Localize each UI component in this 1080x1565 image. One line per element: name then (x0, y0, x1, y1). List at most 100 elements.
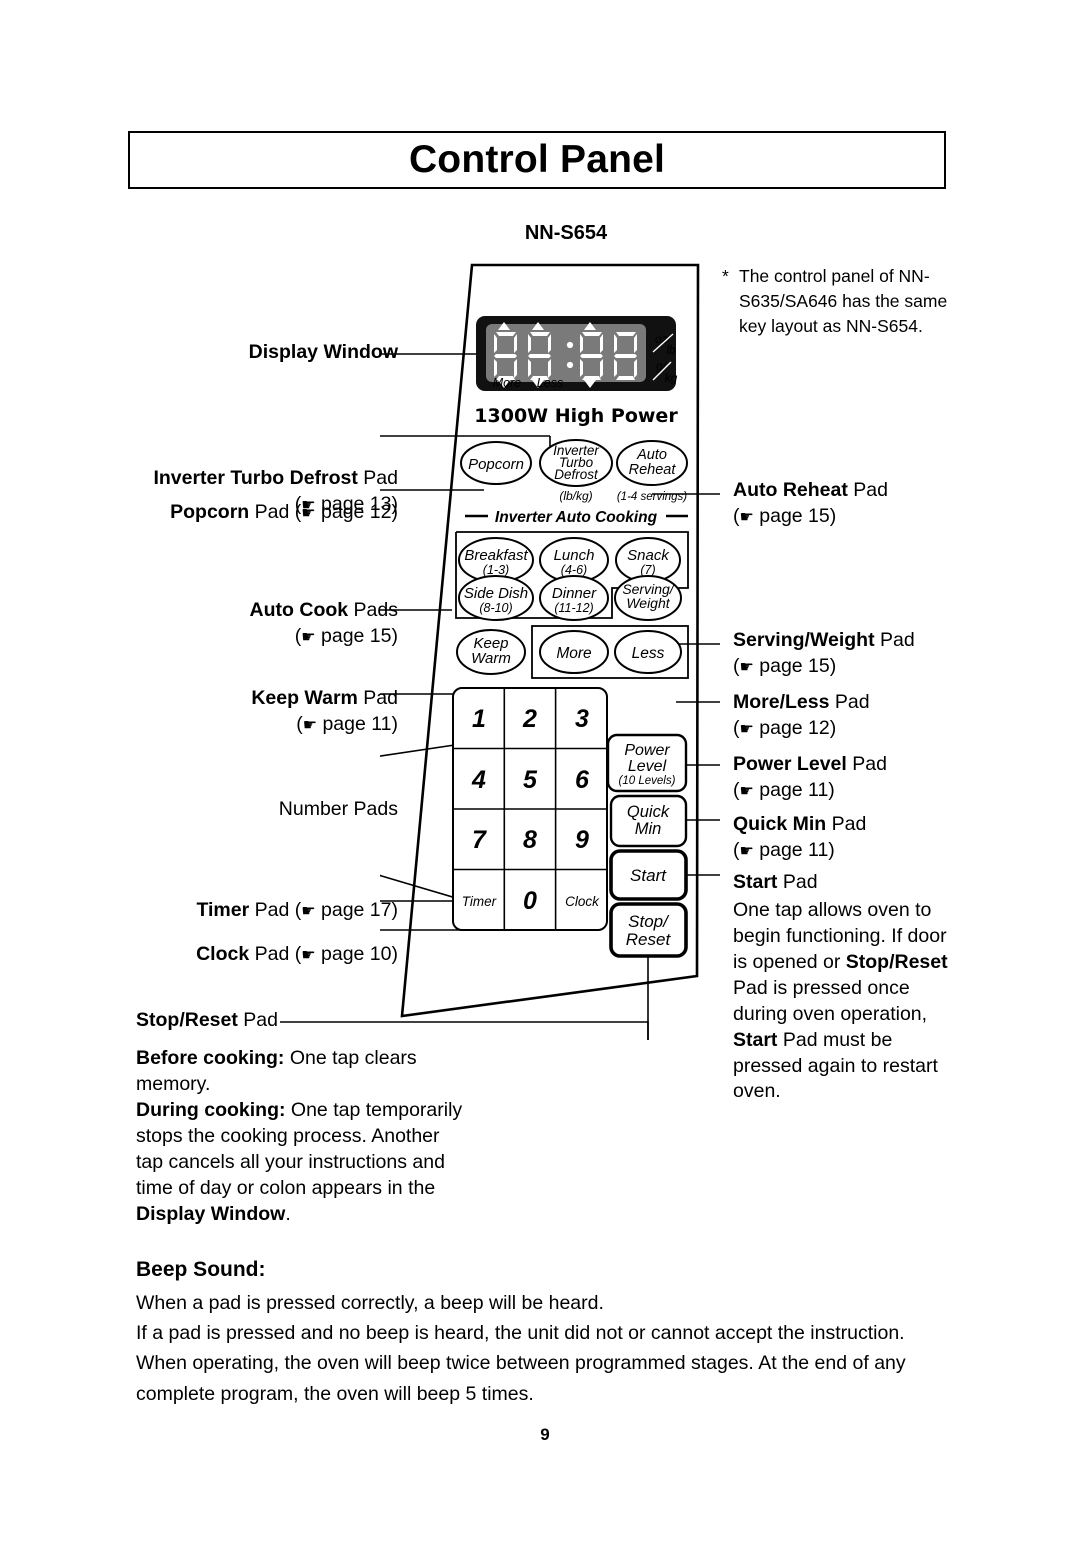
callout-start-rest: Pad (777, 871, 818, 893)
callout-more-less: More/Less Pad (☛ page 12) (733, 690, 973, 741)
svg-text:(11-12): (11-12) (554, 601, 593, 615)
hand-pointer-icon: ☛ (739, 780, 754, 800)
callout-numberpads-label: Number Pads (278, 798, 398, 820)
callout-stopreset-bold: Stop/Reset (136, 1009, 238, 1031)
start-desc-line2: Pad is pressed once during oven operatio… (733, 976, 928, 1025)
button-keep-warm[interactable]: Keep Warm (456, 629, 526, 675)
hand-pointer-icon: ☛ (739, 718, 754, 738)
button-more[interactable]: More (539, 630, 609, 674)
svg-text:Start: Start (630, 866, 667, 885)
hand-pointer-icon: ☛ (301, 626, 316, 646)
button-dinner[interactable]: Dinner (11-12) (539, 575, 609, 621)
start-desc-bold2: Start (733, 1028, 778, 1051)
key-0: 0 (523, 887, 537, 915)
key-6: 6 (575, 766, 590, 794)
control-panel-illustration: oz/ lb g/ kg More Less 1300W High Power … (380, 250, 720, 1040)
svg-text:Lunch: Lunch (554, 547, 595, 564)
beep-line-1: When a pad is pressed correctly, a beep … (136, 1292, 604, 1314)
key-clock: Clock (565, 894, 600, 909)
callout-keepwarm-rest: Pad (357, 687, 398, 709)
callout-start-bold: Start (733, 871, 778, 893)
svg-text:lb: lb (666, 343, 676, 357)
key-timer: Timer (462, 894, 497, 909)
hand-pointer-icon: ☛ (739, 506, 754, 526)
callout-powerlevel-rest: Pad (846, 753, 887, 775)
callout-start: Start Pad (733, 870, 973, 896)
svg-text:Level: Level (628, 758, 667, 775)
page-title: Control Panel (408, 138, 666, 181)
svg-text:Reset: Reset (626, 930, 672, 949)
footnote-marker: * (722, 266, 729, 286)
svg-text:Warm: Warm (471, 650, 511, 667)
button-power-level[interactable]: Power Level (10 Levels) (606, 733, 688, 793)
power-rating-label: 1300W High Power (474, 405, 678, 427)
callout-keep-warm: Keep Warm Pad (☛ page 11) (100, 686, 398, 737)
callout-display-window-label: Display Window (248, 341, 398, 363)
callout-clock-page: (☛ page 10) (294, 943, 398, 965)
hand-pointer-icon: ☛ (301, 503, 316, 522)
callout-clock-rest: Pad (249, 943, 295, 965)
button-less[interactable]: Less (614, 630, 682, 674)
stopreset-desc-bold2: During cooking: (136, 1098, 286, 1121)
key-1: 1 (472, 705, 486, 733)
svg-text:Min: Min (635, 820, 662, 838)
svg-text:(8-10): (8-10) (479, 601, 512, 615)
svg-text:Breakfast: Breakfast (464, 547, 528, 564)
callout-powerlevel-bold: Power Level (733, 753, 847, 775)
key-9: 9 (575, 826, 589, 854)
hand-pointer-icon: ☛ (301, 901, 316, 920)
sublabel-auto-reheat: (1-4 servings) (617, 491, 687, 503)
svg-text:Reheat: Reheat (629, 462, 677, 478)
model-label: NN-S654 (0, 222, 1080, 245)
button-quick-min[interactable]: Quick Min (609, 794, 688, 848)
svg-text:Less: Less (632, 645, 665, 662)
display-indicator-less: Less (537, 376, 563, 390)
callout-popcorn-page: (☛ page 12) (294, 501, 398, 523)
button-stop-reset[interactable]: Stop/ Reset (609, 902, 688, 958)
svg-text:More: More (556, 645, 592, 662)
button-auto-reheat[interactable]: Auto Reheat (1-4 servings) (616, 440, 688, 503)
callout-servingweight-bold: Serving/Weight (733, 629, 875, 651)
svg-text:(4-6): (4-6) (561, 563, 587, 577)
footnote: * The control panel of NN-S635/SA646 has… (722, 264, 962, 339)
svg-text:Inverter Auto Cooking: Inverter Auto Cooking (495, 509, 658, 526)
display-indicator-more: More (493, 376, 522, 390)
button-popcorn[interactable]: Popcorn (460, 441, 532, 485)
button-serving-weight[interactable]: Serving/ Weight (614, 575, 682, 621)
callout-quickmin-rest: Pad (826, 813, 867, 835)
hand-pointer-icon: ☛ (302, 714, 318, 734)
svg-text:Weight: Weight (626, 595, 670, 611)
callout-popcorn: Popcorn Pad (☛ page 12) (100, 500, 398, 526)
button-start[interactable]: Start (609, 849, 688, 901)
callout-autoreheat-bold: Auto Reheat (733, 479, 848, 501)
callout-timer-rest: Pad (249, 899, 295, 921)
page-number: 9 (0, 1425, 1080, 1445)
svg-text:Side Dish: Side Dish (464, 585, 528, 602)
sublabel-inverter-turbo-defrost: (lb/kg) (559, 489, 592, 503)
callout-keepwarm-bold: Keep Warm (251, 687, 358, 709)
callout-auto-reheat: Auto Reheat Pad (☛ page 15) (733, 478, 973, 529)
beep-sound-body: When a pad is pressed correctly, a beep … (136, 1288, 966, 1409)
button-side-dish[interactable]: Side Dish (8-10) (458, 575, 534, 621)
callout-keep-warm-page: (☛ page 11) (296, 712, 398, 735)
callout-timer-page: (☛ page 17) (294, 899, 398, 921)
callout-popcorn-bold: Popcorn (170, 501, 250, 523)
callout-quickmin-bold: Quick Min (733, 813, 827, 835)
callout-autocook-bold: Auto Cook (249, 599, 349, 621)
manual-page: Control Panel NN-S654 * The control pane… (0, 0, 1080, 1565)
callout-serving-weight-page: (☛ page 15) (733, 654, 837, 677)
start-desc-bold1: Stop/Reset (845, 950, 948, 973)
callout-autocook-rest: Pads (348, 599, 398, 621)
stopreset-desc-bold3: Display Window (136, 1202, 286, 1225)
callout-auto-reheat-page: (☛ page 15) (733, 504, 837, 527)
display-window: oz/ lb g/ kg More Less (476, 316, 678, 391)
callout-clock: Clock Pad (☛ page 10) (100, 942, 398, 968)
start-pad-description: One tap allows oven to begin functioning… (733, 898, 965, 1105)
page-title-box: Control Panel (128, 131, 946, 189)
page-number-value: 9 (540, 1425, 550, 1444)
callout-display-window: Display Window (120, 340, 398, 366)
callout-autoreheat-rest: Pad (847, 479, 888, 501)
callout-clock-bold: Clock (196, 943, 250, 965)
beep-line-2: If a pad is pressed and no beep is heard… (136, 1322, 905, 1345)
stopreset-desc-text3: . (285, 1202, 291, 1225)
